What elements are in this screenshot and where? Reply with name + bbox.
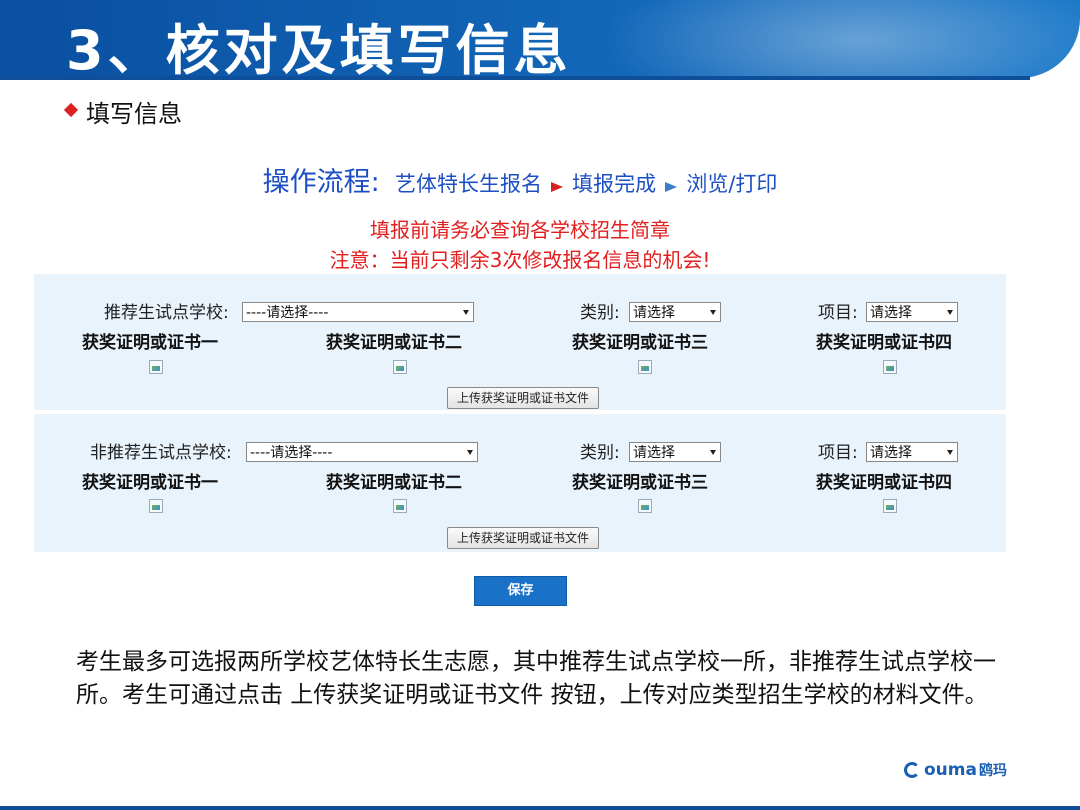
broken-image-icon [638,360,652,374]
school-select[interactable]: ----请选择---- [242,302,474,322]
title-banner: 3、核对及填写信息 [0,0,1080,78]
item-select-value: 请选择 [870,445,912,461]
category-select-value: 请选择 [633,305,675,321]
description-paragraph: 考生最多可选报两所学校艺体特长生志愿，其中推荐生试点学校一所，非推荐生试点学校一… [76,649,996,708]
flow-line: 操作流程: 艺体特长生报名 填报完成 浏览/打印 [34,160,1006,199]
certificate-heading: 获奖证明或证书四 [816,333,952,353]
select-row-recommended: 推荐生试点学校: ----请选择---- 类别: 请选择 项目: 请选择 [34,296,1006,326]
bottom-rule [0,806,1080,810]
category-select-value: 请选择 [633,445,675,461]
chevron-down-icon [947,450,953,455]
form-panel: 操作流程: 艺体特长生报名 填报完成 浏览/打印 填报前请务必查询各学校招生简章… [34,138,1006,626]
arrow-right-icon [551,181,564,192]
upload-certificate-button[interactable]: 上传获奖证明或证书文件 [447,527,599,549]
broken-image-icon [149,360,163,374]
flow-step-1: 艺体特长生报名 [394,172,542,196]
chevron-down-icon [947,310,953,315]
school-select-value: ----请选择---- [250,445,333,461]
ouma-logo: ouma 鸥玛 [904,760,1007,780]
logo-text: ouma [924,760,977,780]
slide-title: 3、核对及填写信息 [66,19,572,78]
broken-image-icon [393,499,407,513]
certificate-heading: 获奖证明或证书三 [572,333,708,353]
certificate-heading: 获奖证明或证书二 [326,333,462,353]
category-label: 类别: [580,303,620,323]
broken-image-icon [638,499,652,513]
banner-gloss [600,0,1080,78]
diamond-bullet-icon [63,102,79,117]
notice-line-2: 注意：当前只剩余3次修改报名信息的机会! [329,248,711,272]
upload-certificate-button[interactable]: 上传获奖证明或证书文件 [447,387,599,409]
certificate-heading: 获奖证明或证书四 [816,473,952,493]
school-select[interactable]: ----请选择---- [246,442,478,462]
item-label: 项目: [818,443,858,463]
broken-image-icon [149,499,163,513]
category-label: 类别: [580,443,620,463]
broken-image-icon [883,360,897,374]
save-button[interactable]: 保存 [474,576,567,606]
select-row-non-recommended: 非推荐生试点学校: ----请选择---- 类别: 请选择 项目: 请选择 [34,436,1006,466]
school-label: 非推荐生试点学校: [90,443,232,463]
notice-line-1: 填报前请务必查询各学校招生简章 [370,218,670,242]
item-select[interactable]: 请选择 [866,442,958,462]
subheading-text: 填写信息 [86,100,182,128]
school-select-value: ----请选择---- [246,305,329,321]
chevron-down-icon [710,450,716,455]
item-select-value: 请选择 [870,305,912,321]
certificate-heading: 获奖证明或证书一 [82,473,218,493]
category-select[interactable]: 请选择 [629,302,721,322]
item-label: 项目: [818,303,858,323]
chevron-down-icon [467,450,473,455]
arrow-right-icon [665,181,678,192]
broken-image-icon [393,360,407,374]
broken-image-icon [883,499,897,513]
subheading: 填写信息 [63,94,182,129]
certificate-heading: 获奖证明或证书一 [82,333,218,353]
banner-edge [0,76,1030,80]
item-select[interactable]: 请选择 [866,302,958,322]
flow-title: 操作流程: [262,167,380,198]
ouma-logo-icon [904,762,920,778]
school-label: 推荐生试点学校: [104,303,229,323]
flow-step-2: 填报完成 [572,172,657,196]
logo-cn: 鸥玛 [978,763,1007,779]
certificate-heading: 获奖证明或证书三 [572,473,708,493]
chevron-down-icon [710,310,716,315]
certificate-heading: 获奖证明或证书二 [326,473,462,493]
chevron-down-icon [463,310,469,315]
flow-step-3: 浏览/打印 [686,172,778,196]
category-select[interactable]: 请选择 [629,442,721,462]
